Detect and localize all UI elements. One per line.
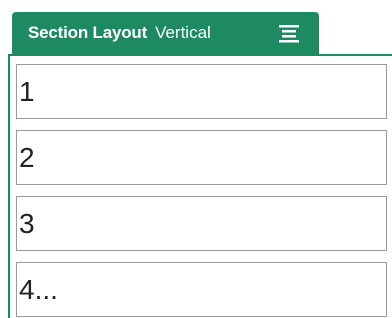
- hamburger-menu-icon[interactable]: [279, 24, 299, 44]
- item-field-4[interactable]: 4...: [16, 262, 387, 317]
- layout-mode-label[interactable]: Vertical: [155, 23, 211, 43]
- item-field-3[interactable]: 3: [16, 196, 387, 251]
- section-title: Section Layout: [28, 23, 148, 42]
- item-field-1[interactable]: 1: [16, 64, 387, 119]
- section-header-tab: Section Layout Vertical: [12, 12, 319, 54]
- item-field-2[interactable]: 2: [16, 130, 387, 185]
